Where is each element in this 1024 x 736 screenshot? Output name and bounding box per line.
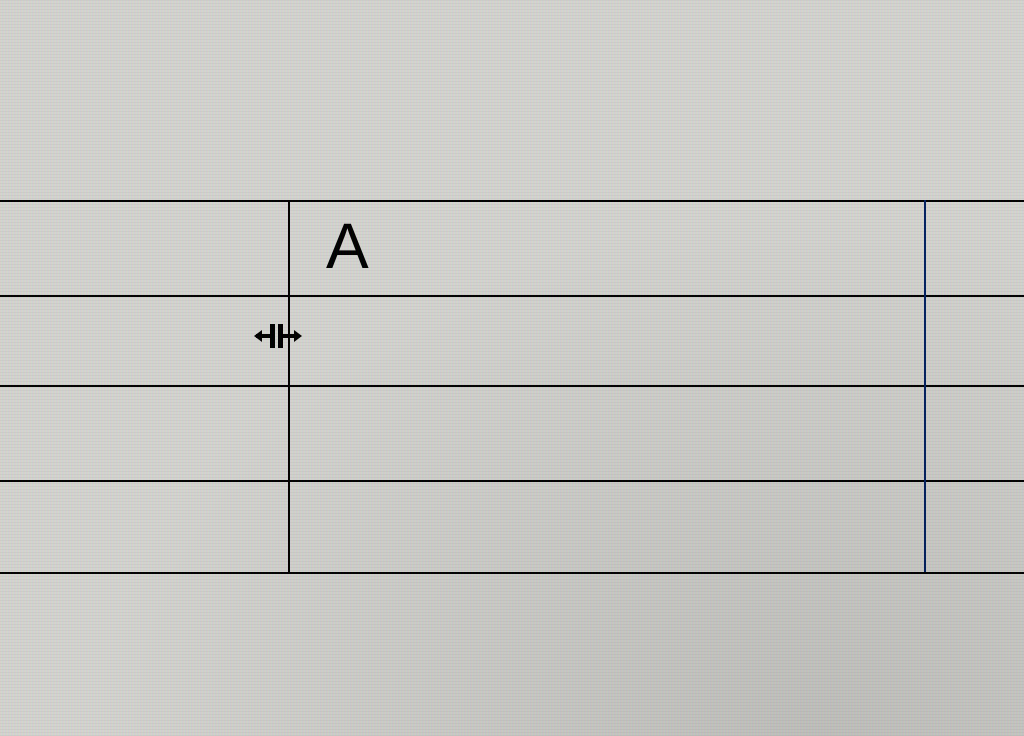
cell[interactable] bbox=[290, 202, 922, 293]
cell[interactable] bbox=[290, 387, 922, 478]
column-gridline bbox=[924, 200, 926, 572]
cell[interactable] bbox=[290, 297, 922, 383]
row-gridline bbox=[0, 572, 1024, 574]
cell[interactable] bbox=[290, 482, 922, 570]
spreadsheet-grid[interactable]: A bbox=[0, 0, 1024, 736]
